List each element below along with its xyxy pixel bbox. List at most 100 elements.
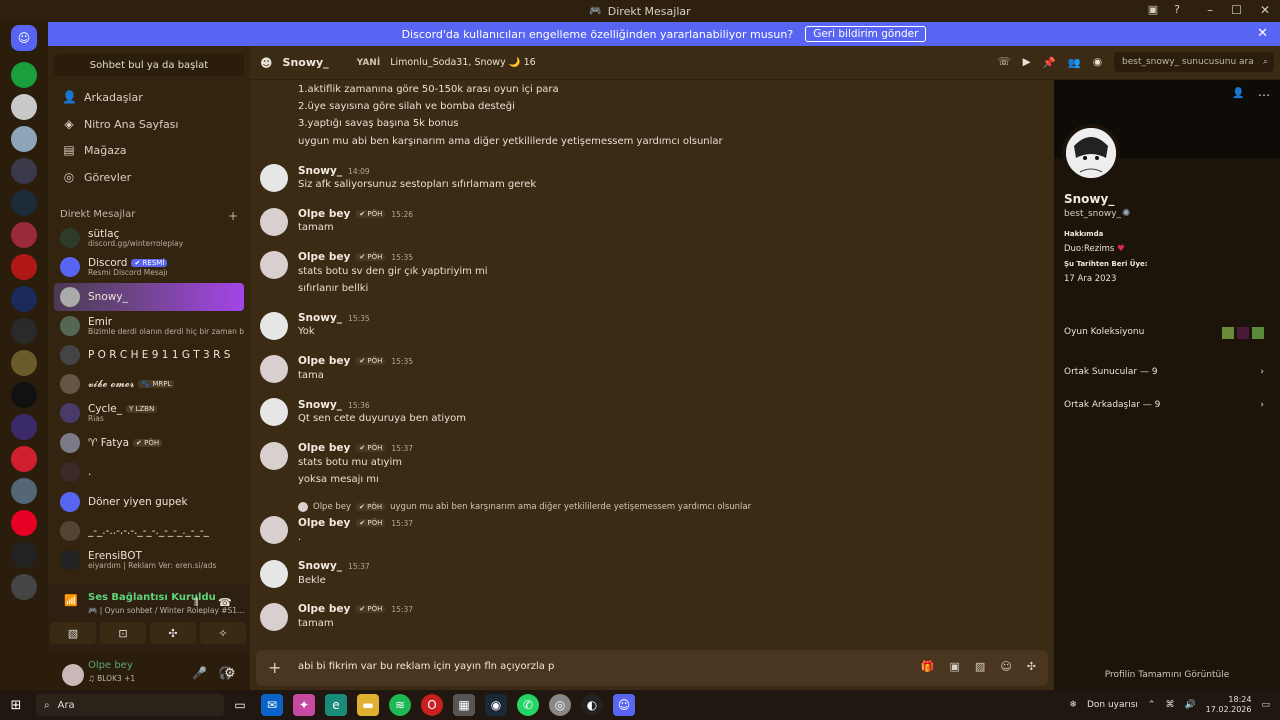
maximize-button[interactable]: ☐ [1231,3,1242,17]
reply-reference[interactable]: Olpe bey ✔ PÖH uygun mu abi ben karşınar… [298,502,751,512]
camera-button[interactable]: ▧ [50,622,96,644]
avatar[interactable] [260,251,288,279]
store-icon[interactable]: ▦ [453,694,475,716]
server-icon[interactable] [11,94,37,120]
volume-icon[interactable]: 🔊 [1184,700,1195,710]
steam-icon[interactable]: ◉ [485,694,507,716]
avatar[interactable] [260,560,288,588]
avatar[interactable] [260,398,288,426]
discord-taskbar-icon[interactable]: ☺ [613,694,635,716]
nav-friends[interactable]: 👤 Arkadaşlar [54,85,244,109]
server-icon[interactable] [11,222,37,248]
avatar[interactable] [260,442,288,470]
gift-icon[interactable]: 🎁 [921,660,935,673]
inbox-icon[interactable]: ▣ [1148,3,1158,16]
spotify-icon[interactable]: ≋ [389,694,411,716]
close-banner-icon[interactable]: ✕ [1257,26,1268,41]
apps-icon[interactable]: ✣ [1027,660,1036,673]
server-icon[interactable] [11,254,37,280]
more-options-icon[interactable]: ⋯ [1258,88,1270,102]
voice-call-icon[interactable]: ☏ [997,56,1010,68]
avatar[interactable] [260,164,288,192]
screen-share-button[interactable]: ⊡ [100,622,146,644]
avatar[interactable] [260,208,288,236]
feedback-button[interactable]: Geri bildirim gönder [805,26,927,42]
user-profile-icon[interactable]: ◉ [1093,56,1102,68]
tray-chevron-icon[interactable]: ⌃ [1148,700,1156,710]
dm-item[interactable]: Cycle_ Y LZBN Rias [54,399,244,427]
mutual-servers-row[interactable]: Ortak Sunucular — 9 › [1064,367,1264,377]
server-icon[interactable] [11,318,37,344]
video-call-icon[interactable]: ▶ [1023,56,1031,68]
dm-item[interactable]: . [54,458,244,486]
github-icon[interactable]: ◐ [581,694,603,716]
game-collection-row[interactable]: Oyun Koleksiyonu [1064,327,1264,339]
server-icon[interactable] [11,62,37,88]
server-icon[interactable] [11,158,37,184]
mutual-friends-row[interactable]: Ortak Arkadaşlar — 9 › [1064,400,1264,410]
dm-item[interactable]: sütlaç discord.gg/winterroleplay [54,224,244,252]
create-dm-button[interactable]: + [228,209,238,223]
soundboard-button[interactable]: ✧ [200,622,246,644]
emoji-icon[interactable]: ☺ [1000,660,1011,673]
sticker-icon[interactable]: ▨ [975,660,985,673]
server-icon[interactable] [11,446,37,472]
app-icon[interactable]: ◎ [549,694,571,716]
copilot-icon[interactable]: ✦ [293,694,315,716]
help-icon[interactable]: ? [1174,3,1180,16]
noise-suppression-icon[interactable]: ⫴ [194,596,199,610]
whatsapp-icon[interactable]: ✆ [517,694,539,716]
close-window-button[interactable]: ✕ [1260,3,1270,17]
avatar[interactable] [260,603,288,631]
taskbar-search[interactable]: ⌕ Ara [36,694,224,716]
file-explorer-icon[interactable]: ▬ [357,694,379,716]
dm-item[interactable]: P O R C H E 9 1 1 G T 3 R S [54,341,244,369]
windows-start-icon[interactable]: ⊞ [0,698,32,713]
server-icon[interactable] [11,574,37,600]
server-icon[interactable] [11,382,37,408]
clock[interactable]: 18:24 17.02.2026 [1206,695,1252,714]
minimize-button[interactable]: – [1207,3,1213,17]
home-button[interactable]: ☺ [11,25,37,51]
server-icon[interactable] [11,190,37,216]
message-composer[interactable]: + abi bi fikrim var bu reklam için yayın… [256,650,1048,686]
profile-avatar[interactable] [1062,124,1120,182]
server-icon[interactable] [11,350,37,376]
microphone-icon[interactable]: 🎤 [192,666,207,680]
server-icon[interactable] [11,478,37,504]
dm-item[interactable]: Emir Bizimle derdi olanın derdi hiç bir z… [54,312,244,340]
avatar[interactable] [260,516,288,544]
weather-text[interactable]: Don uyarısı [1087,700,1138,710]
dm-item[interactable]: ErensiBOT eiyardım | Reklam Ver: eren.si/… [54,546,244,574]
dm-item-active[interactable]: Snowy_ [54,283,244,311]
server-icon[interactable] [11,414,37,440]
notifications-icon[interactable]: ▭ [1261,700,1270,710]
network-icon[interactable]: ⌘ [1165,700,1174,710]
nav-shop[interactable]: ▤ Mağaza [54,138,244,162]
edge-browser-icon[interactable]: e [325,694,347,716]
dm-item[interactable]: ♈ Fatya ✔ PÖH [54,429,244,457]
nav-nitro[interactable]: ◈ Nitro Ana Sayfası [54,112,244,136]
dm-item[interactable]: _-_.-..-.-.-._-_-._-_-_._-_-_ [54,517,244,545]
dm-item[interactable]: Döner yiyen gupek [54,488,244,516]
disconnect-icon[interactable]: ☎ [218,596,232,609]
server-icon[interactable] [11,542,37,568]
task-view-icon[interactable]: ▭ [229,694,251,716]
settings-gear-icon[interactable]: ⚙ [224,666,236,681]
view-full-profile-link[interactable]: Profilin Tamamını Görüntüle [1054,670,1280,680]
pin-icon[interactable]: 📌 [1043,56,1056,69]
attach-plus-icon[interactable]: + [268,658,281,677]
find-conversation-input[interactable]: Sohbet bul ya da başlat [54,54,244,76]
avatar[interactable] [62,664,84,686]
add-friend-icon[interactable]: 👤 [1232,88,1244,99]
activities-button[interactable]: ✣ [150,622,196,644]
server-icon[interactable] [11,510,37,536]
add-friends-icon[interactable]: 👥 [1068,56,1081,69]
search-input[interactable]: best_snowy_ sunucusunu ara ⌕ [1114,52,1274,72]
mail-app-icon[interactable]: ✉ [261,694,283,716]
dm-item[interactable]: Discord ✔ RESMİ Resmi Discord Mesajı [54,253,244,281]
nav-quests[interactable]: ◎ Görevler [54,165,244,189]
server-icon[interactable] [11,286,37,312]
opera-icon[interactable]: O [421,694,443,716]
avatar[interactable] [260,312,288,340]
